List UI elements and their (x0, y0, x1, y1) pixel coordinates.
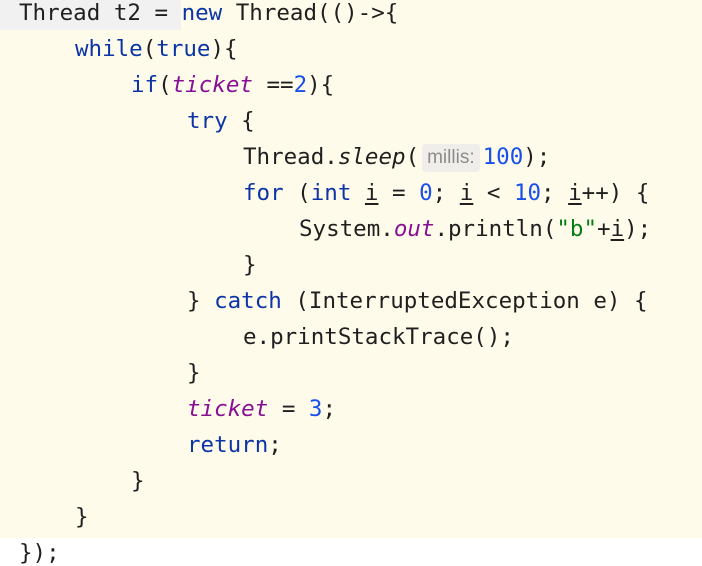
parameter-hint: millis: (422, 144, 480, 172)
code-text: }); (19, 540, 60, 566)
code-text: ( (142, 36, 157, 62)
code-line-12[interactable]: ticket = 3; (187, 391, 336, 427)
code-text: ){ (210, 36, 238, 62)
code-text: ; (268, 432, 282, 458)
number-literal: 0 (419, 180, 433, 206)
code-editor[interactable]: Thread t2 = new Thread(()->{ while(true)… (0, 0, 702, 566)
code-line-2[interactable]: while(true){ (75, 31, 238, 67)
code-text: (InterruptedException e) { (281, 288, 648, 314)
code-line-13[interactable]: return; (187, 427, 282, 463)
keyword-new: new (181, 0, 223, 26)
code-line-4[interactable]: try { (187, 103, 255, 139)
code-text: Thread t2 = (19, 0, 182, 26)
code-text: ; (432, 180, 460, 206)
code-text: = (268, 396, 309, 422)
code-line-9[interactable]: } catch (InterruptedException e) { (187, 283, 648, 319)
number-literal: 2 (293, 72, 308, 98)
keyword-catch: catch (214, 288, 282, 314)
keyword-if: if (131, 72, 159, 98)
code-text: == (252, 72, 294, 98)
code-text: ( (283, 180, 311, 206)
code-text: ( (405, 144, 420, 170)
number-literal: 10 (513, 180, 542, 206)
code-text: } (187, 360, 201, 386)
number-literal: 3 (308, 396, 323, 422)
keyword-for: for (243, 180, 284, 206)
code-text: ); (624, 216, 652, 242)
code-line-16[interactable]: }); (19, 535, 60, 566)
field-ticket: ticket (171, 72, 253, 98)
code-text: = (378, 180, 420, 206)
loop-variable: i (459, 180, 474, 206)
keyword-return: return (187, 432, 269, 458)
code-text: ++) { (581, 180, 650, 206)
number-literal: 100 (482, 144, 524, 170)
code-line-3[interactable]: if(ticket ==2){ (131, 67, 334, 103)
code-text: Thread. (243, 144, 338, 170)
code-text: + (597, 216, 611, 242)
code-text: < (473, 180, 514, 206)
code-line-10[interactable]: e.printStackTrace(); (243, 319, 514, 355)
code-text: .println( (434, 216, 557, 242)
method-sleep: sleep (337, 144, 406, 170)
loop-variable: i (364, 180, 379, 206)
code-line-1[interactable]: Thread t2 = new Thread(()->{ (19, 0, 398, 31)
keyword-true: true (156, 36, 211, 62)
string-literal: "b" (556, 216, 598, 242)
keyword-while: while (75, 36, 143, 62)
code-text: ){ (307, 72, 335, 98)
loop-variable: i (568, 180, 582, 206)
code-text: } (131, 468, 145, 494)
code-line-6[interactable]: for (int i = 0; i < 10; i++) { (243, 175, 649, 211)
keyword-int: int (310, 180, 352, 206)
field-out: out (393, 216, 435, 242)
code-line-8[interactable]: } (243, 247, 257, 283)
editor-bottom-strip (0, 538, 702, 566)
loop-variable: i (610, 216, 625, 242)
code-text: e.printStackTrace(); (243, 324, 514, 350)
field-ticket: ticket (187, 396, 269, 422)
code-text: System. (299, 216, 394, 242)
code-text: } (243, 252, 257, 278)
code-text: ); (523, 144, 551, 170)
code-text: } (75, 504, 89, 530)
code-line-5[interactable]: Thread.sleep(millis: 100); (243, 139, 550, 175)
code-line-15[interactable]: } (75, 499, 89, 535)
code-line-11[interactable]: } (187, 355, 201, 391)
code-text: ; (541, 180, 569, 206)
code-line-14[interactable]: } (131, 463, 145, 499)
keyword-try: try (187, 108, 228, 134)
code-text: { (227, 108, 255, 134)
code-text: ( (158, 72, 172, 98)
code-text: } (187, 288, 215, 314)
code-line-7[interactable]: System.out.println("b"+i); (299, 211, 651, 247)
code-text: Thread(()->{ (222, 0, 399, 26)
code-text: ; (322, 396, 337, 422)
